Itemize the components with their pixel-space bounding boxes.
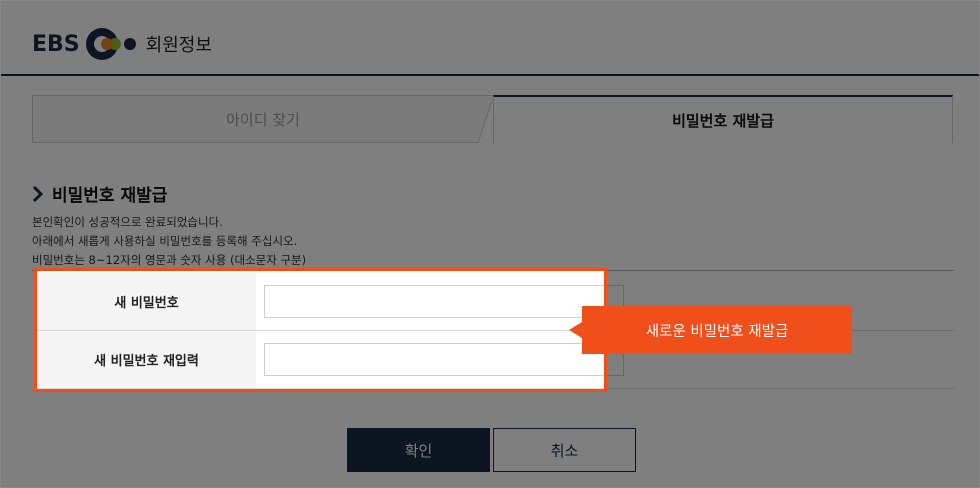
confirm-button[interactable]: 확인 bbox=[347, 428, 490, 472]
callout-label: 새로운 비밀번호 재발급 bbox=[582, 306, 852, 354]
brand-name: EBS bbox=[32, 31, 80, 57]
tab-reset-password[interactable]: 비밀번호 재발급 bbox=[493, 95, 953, 143]
ebs-logo[interactable]: EBS 회원정보 bbox=[32, 27, 212, 61]
spotlight-frame bbox=[34, 268, 607, 392]
cancel-button[interactable]: 취소 bbox=[493, 428, 636, 472]
desc-line: 본인확인이 성공적으로 완료되었습니다. bbox=[32, 215, 223, 229]
section-title: 비밀번호 재발급 bbox=[52, 186, 168, 206]
desc-line: 아래에서 새롭게 사용하실 비밀번호를 등록해 주십시오. bbox=[32, 234, 298, 248]
callout-arrow-icon bbox=[569, 322, 582, 338]
chevron-right-icon bbox=[32, 185, 44, 202]
tab-find-id[interactable]: 아이디 찾기 bbox=[32, 95, 494, 143]
page-title: 회원정보 bbox=[145, 35, 212, 56]
section-heading: 비밀번호 재발급 bbox=[32, 181, 167, 206]
header: EBS 회원정보 bbox=[0, 0, 980, 76]
logo-mark-icon bbox=[84, 27, 140, 61]
desc-line: 비밀번호는 8~12자의 영문과 숫자 사용 (대소문자 구분) bbox=[32, 253, 307, 267]
tab-divider bbox=[478, 95, 494, 143]
